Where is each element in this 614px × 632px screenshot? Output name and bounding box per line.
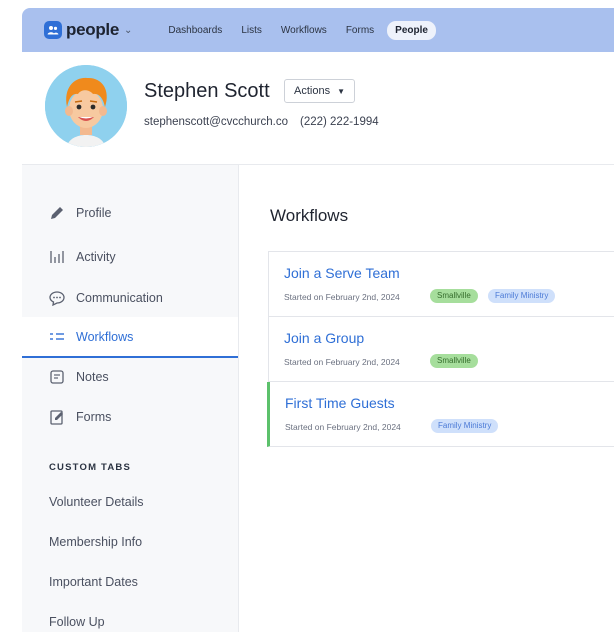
sidebar-item-label: Profile bbox=[76, 206, 112, 220]
custom-tabs-heading: CUSTOM TABS bbox=[49, 462, 131, 473]
sidebar-item-label: Workflows bbox=[76, 329, 134, 344]
workflow-card[interactable]: Join a Serve Team Started on February 2n… bbox=[269, 252, 614, 317]
notes-icon bbox=[48, 368, 66, 386]
caret-down-icon: ▼ bbox=[337, 86, 345, 96]
nav-forms[interactable]: Forms bbox=[346, 25, 374, 36]
tag-badge: Family Ministry bbox=[431, 419, 499, 433]
sidebar-item-label: Notes bbox=[76, 370, 109, 384]
app-window: people ⌄ Dashboards Lists Workflows Form… bbox=[22, 8, 614, 632]
sidebar-item-label: Activity bbox=[76, 250, 116, 264]
custom-tab-follow-up[interactable]: Follow Up bbox=[49, 615, 105, 629]
workflows-list-icon bbox=[48, 328, 66, 346]
sidebar-item-notes[interactable]: Notes bbox=[22, 357, 238, 397]
actions-label: Actions bbox=[294, 85, 331, 97]
tag-badge: Family Ministry bbox=[488, 289, 556, 303]
nav-people[interactable]: People bbox=[387, 20, 436, 40]
workflow-title[interactable]: Join a Serve Team bbox=[284, 265, 400, 281]
sidebar: Profile Activity Communication Workflows… bbox=[22, 165, 239, 632]
sidebar-item-communication[interactable]: Communication bbox=[22, 278, 238, 318]
workflow-title[interactable]: First Time Guests bbox=[285, 395, 395, 411]
nav-workflows[interactable]: Workflows bbox=[281, 25, 327, 36]
forms-icon bbox=[48, 408, 66, 426]
sidebar-item-forms[interactable]: Forms bbox=[22, 397, 238, 437]
nav-lists[interactable]: Lists bbox=[241, 25, 262, 36]
tag-badge: Smallville bbox=[430, 289, 478, 303]
chat-bubble-icon bbox=[48, 289, 66, 307]
workflow-card[interactable]: First Time Guests Started on February 2n… bbox=[267, 382, 614, 447]
page-title: Workflows bbox=[270, 206, 349, 225]
custom-tab-volunteer-details[interactable]: Volunteer Details bbox=[49, 495, 144, 509]
sidebar-item-workflows[interactable]: Workflows bbox=[22, 317, 238, 358]
workflow-card[interactable]: Join a Group Started on February 2nd, 20… bbox=[269, 317, 614, 382]
tag-badge: Smallville bbox=[430, 354, 478, 368]
email-text[interactable]: stephenscott@cvcchurch.co bbox=[144, 116, 288, 128]
profile-header: Stephen Scott Actions ▼ stephenscott@cvc… bbox=[22, 52, 614, 165]
contact-info: stephenscott@cvcchurch.co (222) 222-1994 bbox=[144, 116, 379, 128]
workflow-start-date: Started on February 2nd, 2024 bbox=[284, 357, 400, 367]
nav-dashboards[interactable]: Dashboards bbox=[168, 25, 222, 36]
workflow-start-date: Started on February 2nd, 2024 bbox=[284, 292, 400, 302]
app-name: people bbox=[66, 20, 119, 39]
workflow-start-date: Started on February 2nd, 2024 bbox=[285, 422, 401, 432]
pencil-icon bbox=[48, 204, 66, 222]
phone-text[interactable]: (222) 222-1994 bbox=[300, 116, 379, 128]
workflow-title[interactable]: Join a Group bbox=[284, 330, 364, 346]
workflow-list: Join a Serve Team Started on February 2n… bbox=[267, 251, 614, 447]
person-name: Stephen Scott bbox=[144, 80, 270, 102]
main-nav: Dashboards Lists Workflows Forms People bbox=[168, 20, 455, 40]
people-app-icon bbox=[44, 21, 62, 39]
sidebar-item-label: Forms bbox=[76, 410, 112, 424]
chevron-down-icon: ⌄ bbox=[124, 24, 133, 36]
app-switcher[interactable]: people ⌄ bbox=[44, 20, 132, 40]
activity-bars-icon bbox=[48, 248, 66, 266]
avatar bbox=[45, 65, 127, 147]
top-nav-bar: people ⌄ Dashboards Lists Workflows Form… bbox=[22, 8, 614, 52]
sidebar-item-profile[interactable]: Profile bbox=[22, 193, 238, 233]
sidebar-item-label: Communication bbox=[76, 291, 163, 305]
custom-tab-membership-info[interactable]: Membership Info bbox=[49, 535, 142, 549]
actions-dropdown-button[interactable]: Actions ▼ bbox=[284, 79, 355, 103]
sidebar-item-activity[interactable]: Activity bbox=[22, 237, 238, 277]
custom-tab-important-dates[interactable]: Important Dates bbox=[49, 575, 138, 589]
